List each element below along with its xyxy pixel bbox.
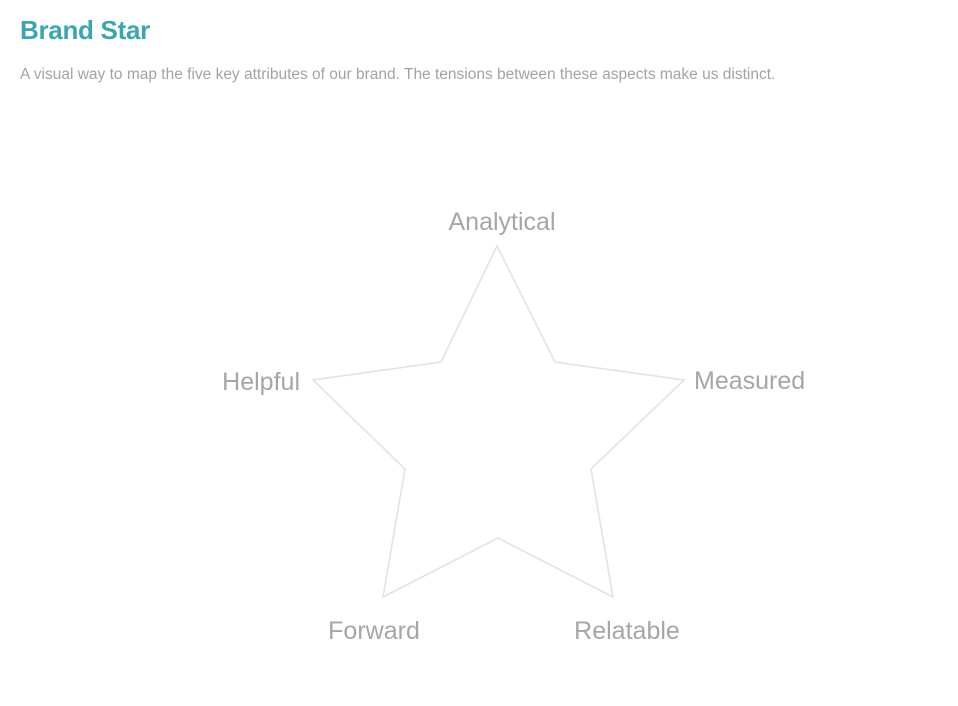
star-outline	[311, 244, 686, 599]
star-label-forward: Forward	[328, 617, 420, 645]
brand-star-diagram: Analytical Measured Relatable Forward He…	[222, 208, 805, 645]
star-label-helpful: Helpful	[222, 368, 300, 396]
star-label-measured: Measured	[694, 367, 805, 395]
star-label-analytical: Analytical	[449, 208, 556, 236]
star-label-relatable: Relatable	[574, 617, 680, 645]
